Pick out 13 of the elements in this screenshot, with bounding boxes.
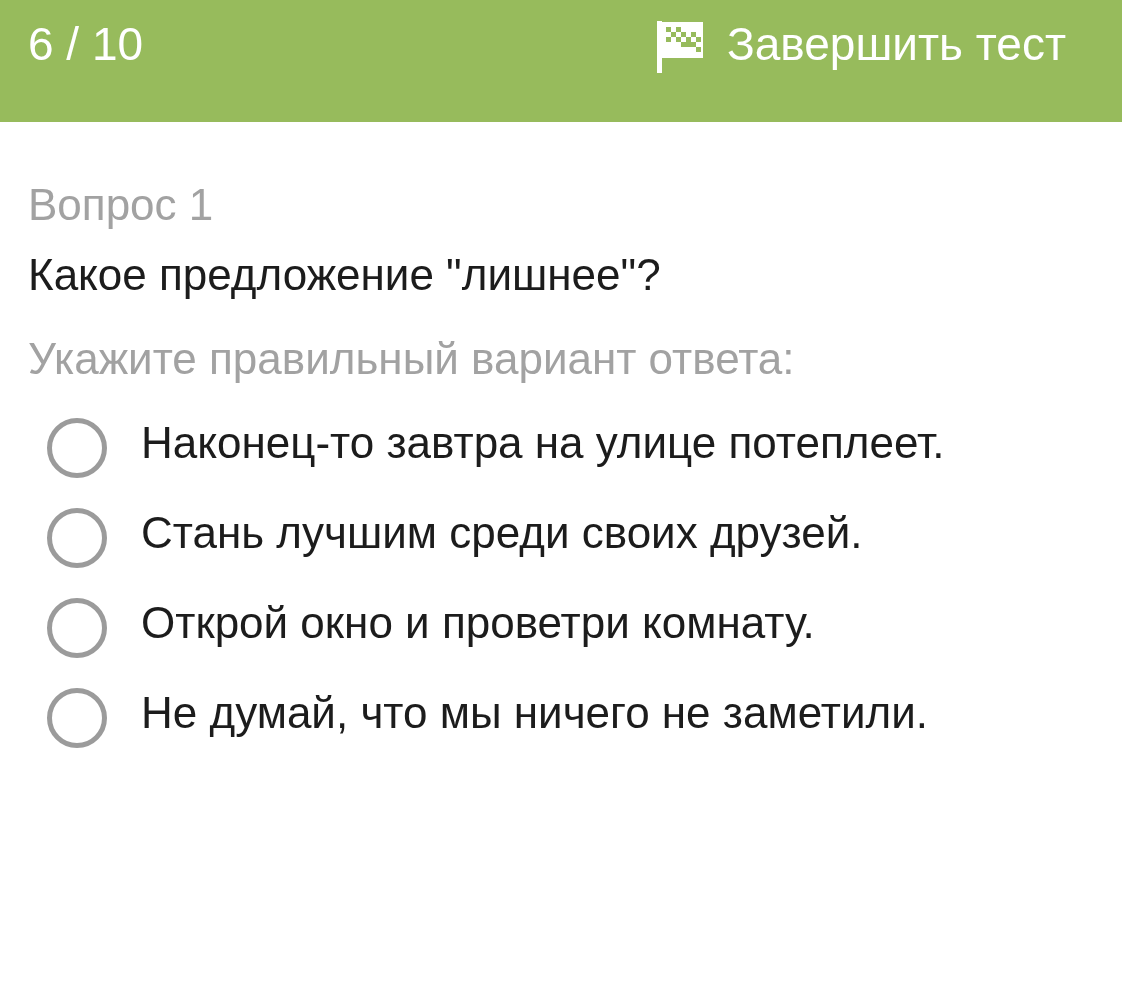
answer-instruction: Укажите правильный вариант ответа: bbox=[28, 335, 796, 383]
progress-counter: 6 / 10 bbox=[28, 17, 144, 72]
question-text: Какое предложение "лишнее"? bbox=[28, 251, 662, 299]
radio-button[interactable] bbox=[47, 598, 107, 658]
question-number: Вопрос 1 bbox=[28, 181, 215, 229]
option-label[interactable]: Не думай, что мы ничего не заметили. bbox=[141, 689, 928, 737]
option-label[interactable]: Наконец-то завтра на улице потеплеет. bbox=[141, 419, 945, 467]
checkered-flag-icon bbox=[656, 21, 705, 73]
radio-button[interactable] bbox=[47, 508, 107, 568]
option-label[interactable]: Открой окно и проветри комнату. bbox=[141, 599, 815, 647]
option-label[interactable]: Стань лучшим среди своих друзей. bbox=[141, 509, 863, 557]
radio-button[interactable] bbox=[47, 688, 107, 748]
radio-button[interactable] bbox=[47, 418, 107, 478]
